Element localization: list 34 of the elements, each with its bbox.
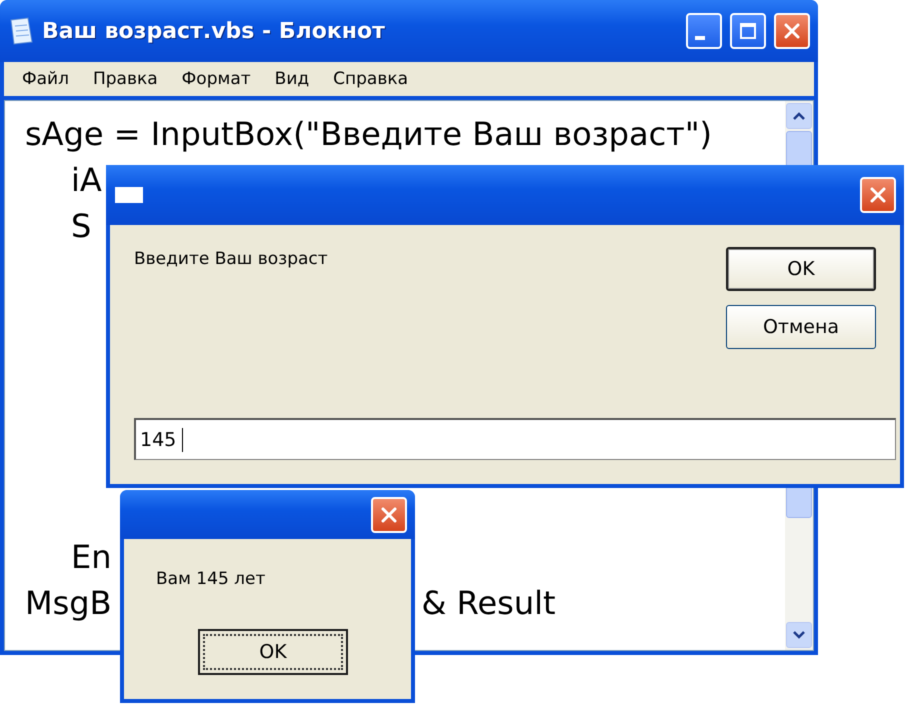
notepad-icon bbox=[8, 16, 34, 46]
code-line: En bbox=[71, 537, 112, 578]
code-line: iA bbox=[71, 160, 102, 201]
code-line: & Result bbox=[422, 583, 556, 624]
chevron-up-icon bbox=[792, 111, 806, 121]
prompt-text: Введите Ваш возраст bbox=[134, 248, 329, 269]
minimize-icon bbox=[695, 36, 705, 40]
message-text: Вам 145 лет bbox=[156, 569, 266, 589]
code-line: S bbox=[71, 206, 92, 247]
scroll-down-button[interactable] bbox=[786, 622, 812, 648]
input-field[interactable]: 145 bbox=[134, 418, 896, 460]
dialog-button[interactable]: Отмена bbox=[726, 305, 876, 349]
maximize-button[interactable] bbox=[730, 13, 766, 49]
close-button[interactable] bbox=[860, 177, 896, 213]
chevron-down-icon bbox=[792, 630, 806, 640]
scroll-up-button[interactable] bbox=[786, 103, 812, 129]
ok-button[interactable]: OK bbox=[198, 629, 348, 675]
minimize-button[interactable] bbox=[686, 13, 722, 49]
maximize-icon bbox=[738, 21, 758, 41]
window-icon bbox=[114, 185, 144, 205]
menu-item[interactable]: Справка bbox=[321, 69, 420, 89]
close-icon bbox=[379, 504, 399, 524]
dialog-button[interactable]: OK bbox=[726, 247, 876, 291]
close-icon bbox=[868, 185, 888, 205]
close-icon bbox=[782, 21, 802, 41]
window-title: Ваш возраст.vbs - Блокнот bbox=[42, 18, 386, 44]
code-line: sAge = InputBox("Введите Ваш возраст") bbox=[25, 114, 712, 155]
menu-item[interactable]: Формат bbox=[170, 69, 263, 89]
menu-item[interactable]: Файл bbox=[10, 69, 81, 89]
close-button[interactable] bbox=[371, 496, 407, 532]
menu-item[interactable]: Правка bbox=[80, 69, 170, 89]
code-line: MsgB bbox=[25, 583, 112, 624]
menu-item[interactable]: Вид bbox=[262, 69, 322, 89]
close-button[interactable] bbox=[774, 13, 810, 49]
